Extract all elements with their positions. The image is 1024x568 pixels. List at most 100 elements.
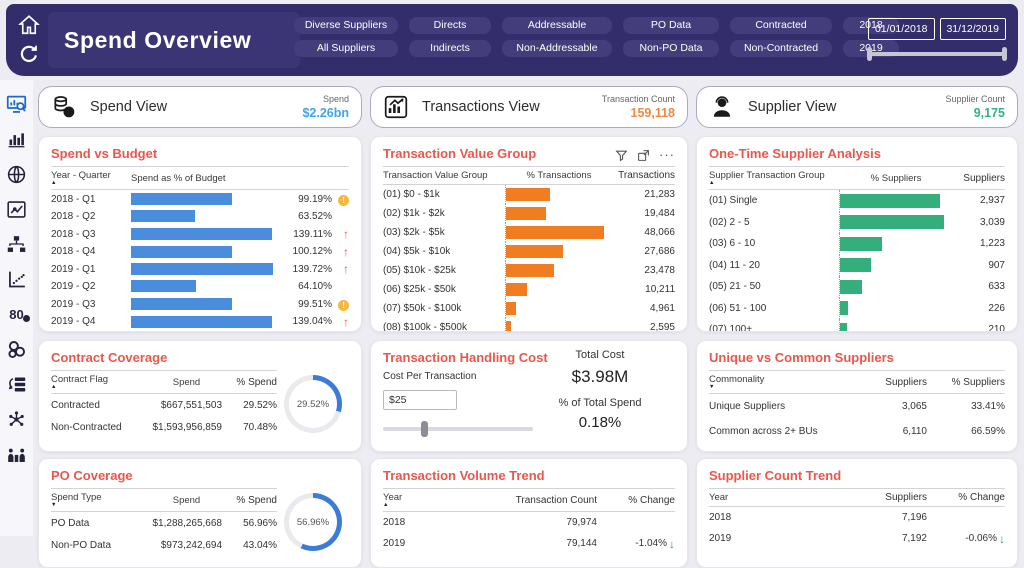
table-row[interactable]: 201979,144-1.04%	[383, 533, 675, 554]
column-header[interactable]: % Spend	[222, 495, 277, 506]
table-row[interactable]: (05) $10k - $25k23,478	[383, 261, 675, 280]
nav-process-flow-icon[interactable]	[6, 374, 27, 395]
nav-hierarchy-icon[interactable]	[6, 234, 27, 255]
bar	[840, 301, 848, 315]
table-row[interactable]: (03) $2k - $5k48,066	[383, 223, 675, 242]
nav-bar-chart-icon[interactable]	[6, 129, 27, 150]
table-row[interactable]: Non-PO Data$973,242,69443.04%	[51, 534, 277, 556]
column-header[interactable]: Supplier Transaction Group	[709, 170, 839, 186]
table-row[interactable]: PO Data$1,288,265,66856.96%	[51, 512, 277, 534]
table-row[interactable]: (04) 11 - 20907	[709, 255, 1005, 277]
date-from-input[interactable]: 01/01/2018	[868, 18, 935, 40]
column-header[interactable]: % Suppliers	[927, 377, 1005, 388]
cost-per-transaction-input[interactable]	[383, 390, 457, 410]
filter-directs[interactable]: Directs	[409, 17, 491, 34]
table-row[interactable]: (07) $50k - $100k4,961	[383, 299, 675, 318]
table-row[interactable]: (02) $1k - $2k19,484	[383, 204, 675, 223]
table-row[interactable]: Non-Contracted$1,593,956,85970.48%	[51, 416, 277, 438]
more-options-icon[interactable]: ···	[659, 150, 675, 160]
transaction-value-group-card: Transaction Value Group ··· Transaction …	[370, 136, 688, 332]
column-header[interactable]: Year	[383, 492, 485, 508]
nav-scatter-plot-icon[interactable]	[6, 269, 27, 290]
filter-non-addressable[interactable]: Non-Addressable	[502, 40, 612, 57]
column-header[interactable]: % Change	[927, 492, 1005, 503]
column-header[interactable]: Spend	[151, 377, 222, 388]
column-header[interactable]: Suppliers	[953, 173, 1005, 184]
column-header[interactable]: Spend	[151, 495, 222, 506]
table-row[interactable]: (08) $100k - $500k2,595	[383, 318, 675, 332]
filter-non-contracted[interactable]: Non-Contracted	[730, 40, 832, 57]
table-row[interactable]: 2018 - Q4100.12%	[51, 243, 349, 261]
filter-po-data[interactable]: PO Data	[623, 17, 719, 34]
column-header[interactable]: Suppliers	[855, 377, 927, 388]
column-header[interactable]: Year - Quarter	[51, 170, 131, 186]
nav-collaboration-icon[interactable]	[6, 444, 27, 465]
column-header[interactable]: Spend as % of Budget	[131, 173, 349, 184]
table-row[interactable]: Contracted$667,551,50329.52%	[51, 394, 277, 416]
cost-slider[interactable]	[383, 427, 533, 431]
column-header[interactable]: Contract Flag	[51, 374, 151, 390]
table-row[interactable]: Unique Suppliers3,06533.41%	[709, 394, 1005, 419]
kpi-supplier-view[interactable]: Supplier View Supplier Count 9,175	[696, 86, 1018, 128]
table-row[interactable]: (01) $0 - $1k21,283	[383, 185, 675, 204]
filter-contracted[interactable]: Contracted	[730, 17, 832, 34]
filter-non-po-data[interactable]: Non-PO Data	[623, 40, 719, 57]
table-row[interactable]: Common across 2+ BUs6,11066.59%	[709, 419, 1005, 444]
table-row[interactable]: (05) 21 - 50633	[709, 276, 1005, 298]
filter-all-suppliers[interactable]: All Suppliers	[294, 40, 398, 57]
nav-line-chart-icon[interactable]	[6, 199, 27, 220]
table-row[interactable]: (07) 100+210	[709, 319, 1005, 332]
column-header[interactable]: Year	[709, 492, 835, 503]
focus-mode-icon[interactable]	[637, 149, 650, 162]
date-to-input[interactable]: 31/12/2019	[940, 18, 1007, 40]
column-header[interactable]: Transaction Count	[485, 495, 597, 506]
column-header[interactable]: % Change	[597, 495, 675, 506]
kpi-spend-view[interactable]: $ Spend View Spend $2.26bn	[38, 86, 362, 128]
date-range-slider[interactable]	[868, 52, 1006, 56]
table-row[interactable]: 2019 - Q1139.72%	[51, 260, 349, 278]
column-header[interactable]: % Transactions	[505, 170, 613, 181]
slider-handle-right[interactable]	[1002, 47, 1007, 61]
table-row[interactable]: 20187,196	[709, 507, 1005, 528]
filter-icon[interactable]	[615, 149, 628, 162]
table-row[interactable]: (03) 6 - 101,223	[709, 233, 1005, 255]
table-row[interactable]: 2018 - Q263.52%	[51, 208, 349, 226]
nav-pareto-80-20-icon[interactable]: 80	[6, 304, 27, 325]
nav-network-icon[interactable]	[6, 409, 27, 430]
table-row[interactable]: (02) 2 - 53,039	[709, 212, 1005, 234]
table-row[interactable]: 2019 - Q264.10%	[51, 278, 349, 296]
bar	[506, 245, 563, 258]
nav-dashboard-search-icon[interactable]	[6, 94, 27, 115]
filter-diverse-suppliers[interactable]: Diverse Suppliers	[294, 17, 398, 34]
table-row[interactable]: 20197,192-0.06%	[709, 528, 1005, 549]
table-row[interactable]: 2018 - Q199.19%	[51, 190, 349, 208]
table-row[interactable]: 2019 - Q4139.04%	[51, 313, 349, 331]
column-header[interactable]: % Spend	[222, 377, 277, 388]
kpi-transactions-view[interactable]: Transactions View Transaction Count 159,…	[370, 86, 688, 128]
table-row[interactable]: (06) 51 - 100226	[709, 298, 1005, 320]
filter-addressable[interactable]: Addressable	[502, 17, 612, 34]
contract-coverage-gauge: 29.52%	[284, 375, 342, 433]
column-header[interactable]: Suppliers	[835, 492, 927, 503]
table-row[interactable]: (06) $25k - $50k10,211	[383, 280, 675, 299]
slider-handle[interactable]	[421, 421, 428, 437]
column-header[interactable]: Transaction Value Group	[383, 170, 505, 181]
slider-label: Cost Per Transaction	[383, 371, 543, 382]
slider-handle-left[interactable]	[867, 47, 872, 61]
kpi-metric-label: Spend	[302, 94, 349, 104]
column-header[interactable]: Commonality	[709, 374, 855, 390]
table-row[interactable]: (04) $5k - $10k27,686	[383, 242, 675, 261]
nav-globe-icon[interactable]	[6, 164, 27, 185]
filter-indirects[interactable]: Indirects	[409, 40, 491, 57]
home-button[interactable]	[18, 14, 40, 36]
bar	[506, 321, 511, 332]
column-header[interactable]: Spend Type	[51, 492, 151, 508]
column-header[interactable]: % Suppliers	[839, 173, 953, 184]
nav-bubble-cluster-icon[interactable]	[6, 339, 27, 360]
column-header[interactable]: Transactions	[613, 170, 675, 181]
table-row[interactable]: 2018 - Q3139.11%	[51, 225, 349, 243]
refresh-button[interactable]	[18, 43, 40, 65]
table-row[interactable]: (01) Single2,937	[709, 190, 1005, 212]
table-row[interactable]: 2019 - Q399.51%	[51, 295, 349, 313]
table-row[interactable]: 201879,974	[383, 512, 675, 533]
